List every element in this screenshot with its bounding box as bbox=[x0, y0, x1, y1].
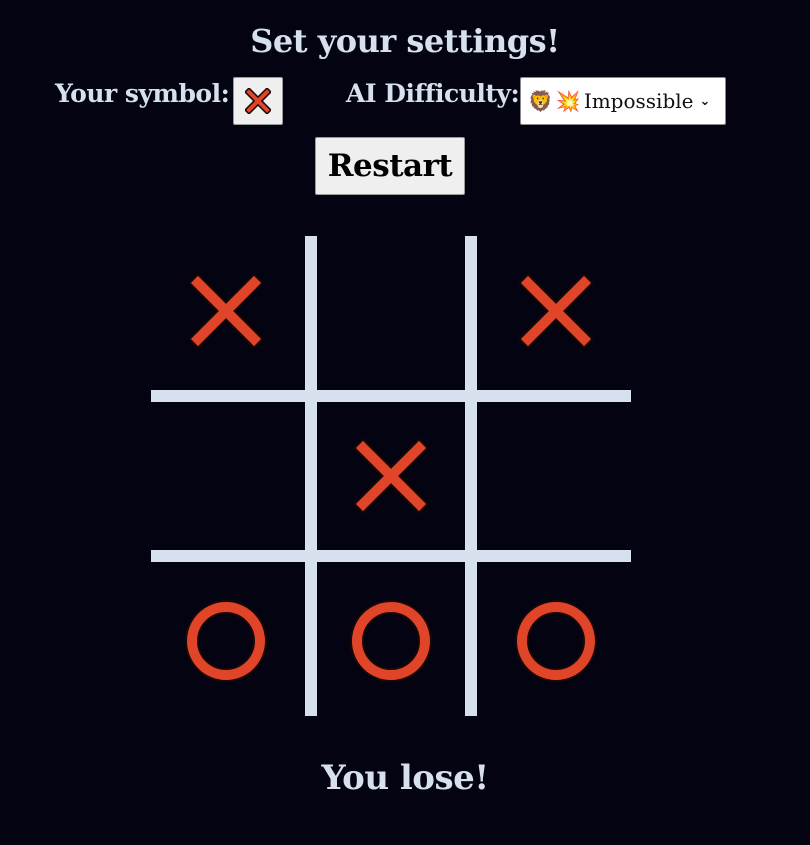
difficulty-select[interactable]: 🦁 💥 Impossible ⌄ bbox=[520, 77, 726, 125]
game-result: You lose! bbox=[321, 758, 489, 798]
game-board bbox=[151, 236, 631, 716]
x-mark-icon bbox=[188, 273, 264, 349]
x-mark-icon bbox=[353, 438, 429, 514]
difficulty-label: AI Difficulty: bbox=[346, 79, 520, 108]
board-cell[interactable] bbox=[316, 236, 466, 386]
grid-line-horizontal-2 bbox=[151, 550, 631, 562]
difficulty-value: Impossible bbox=[583, 89, 694, 113]
x-symbol-icon bbox=[245, 88, 271, 114]
board-cell[interactable] bbox=[151, 236, 301, 386]
symbol-label: Your symbol: bbox=[55, 79, 230, 108]
board-cell[interactable] bbox=[151, 401, 301, 551]
board-cell[interactable] bbox=[481, 236, 631, 386]
chevron-down-icon: ⌄ bbox=[699, 93, 711, 109]
lion-icon: 🦁 bbox=[528, 89, 553, 113]
board-cell[interactable] bbox=[151, 566, 301, 716]
o-mark-icon bbox=[350, 600, 432, 682]
o-mark-icon bbox=[515, 600, 597, 682]
board-cell[interactable] bbox=[316, 401, 466, 551]
board-cell[interactable] bbox=[481, 401, 631, 551]
page-title: Set your settings! bbox=[250, 22, 560, 60]
board-cell[interactable] bbox=[316, 566, 466, 716]
symbol-toggle-button[interactable] bbox=[233, 77, 283, 125]
explosion-icon: 💥 bbox=[555, 89, 581, 113]
board-cell[interactable] bbox=[481, 566, 631, 716]
x-mark-icon bbox=[518, 273, 594, 349]
o-mark-icon bbox=[185, 600, 267, 682]
grid-line-vertical-2 bbox=[465, 236, 477, 716]
restart-button[interactable]: Restart bbox=[315, 137, 465, 195]
